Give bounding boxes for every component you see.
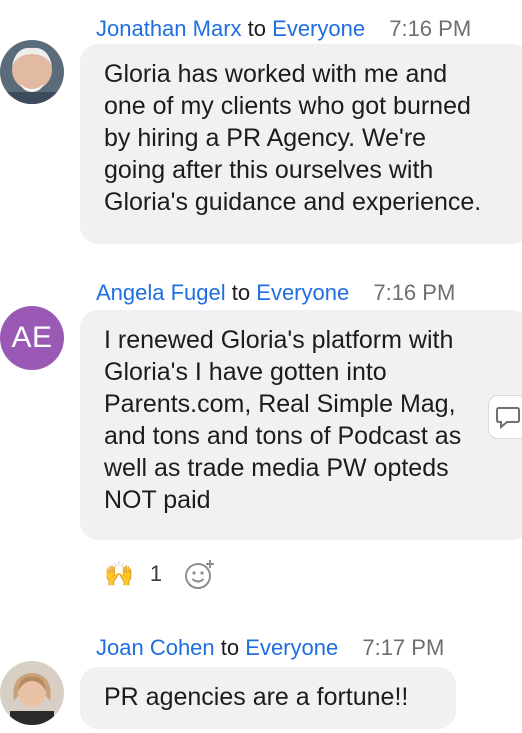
to-label: to bbox=[220, 635, 240, 660]
message-line: I renewed Gloria's platform with bbox=[104, 326, 454, 354]
message-line: well as trade media PW opteds bbox=[104, 454, 449, 482]
avatar[interactable] bbox=[0, 40, 64, 104]
message-time: 7:17 PM bbox=[362, 635, 445, 660]
to-label: to bbox=[247, 16, 267, 41]
chat-message: Angela Fugel to Everyone 7:16 PM AE I re… bbox=[0, 270, 522, 610]
message-bubble: I renewed Gloria's platform with Gloria'… bbox=[80, 310, 522, 540]
message-line: one of my clients who got burned bbox=[104, 92, 471, 120]
recipient-link[interactable]: Everyone bbox=[256, 280, 349, 305]
reactions-row: 🙌 1 bbox=[104, 558, 216, 590]
sender-name[interactable]: Jonathan Marx bbox=[96, 16, 242, 41]
add-reaction-icon[interactable] bbox=[184, 558, 216, 590]
chat-message: Jonathan Marx to Everyone 7:16 PM Gloria… bbox=[0, 0, 522, 250]
message-bubble: PR agencies are a fortune!! bbox=[80, 667, 456, 729]
reply-icon bbox=[496, 407, 520, 430]
message-header: Jonathan Marx to Everyone 7:16 PM bbox=[96, 16, 471, 42]
avatar[interactable] bbox=[0, 661, 64, 725]
message-line: going after this ourselves with bbox=[104, 156, 434, 184]
raised-hands-icon: 🙌 bbox=[104, 560, 134, 588]
message-line: by hiring a PR Agency. We're bbox=[104, 124, 427, 152]
avatar[interactable]: AE bbox=[0, 306, 64, 370]
message-time: 7:16 PM bbox=[373, 280, 456, 305]
sender-name[interactable]: Angela Fugel bbox=[96, 280, 226, 305]
message-time: 7:16 PM bbox=[389, 16, 472, 41]
message-line: Gloria's guidance and experience. bbox=[104, 188, 482, 216]
message-line: Gloria's I have gotten into bbox=[104, 358, 387, 386]
message-line: Gloria has worked with me and bbox=[104, 60, 448, 88]
message-line: Parents.com, Real Simple Mag, bbox=[104, 390, 456, 418]
sender-name[interactable]: Joan Cohen bbox=[96, 635, 215, 660]
avatar-photo-icon bbox=[0, 661, 64, 725]
message-line: NOT paid bbox=[104, 486, 211, 514]
message-header: Angela Fugel to Everyone 7:16 PM bbox=[96, 280, 455, 306]
message-action-button[interactable] bbox=[488, 395, 522, 439]
recipient-link[interactable]: Everyone bbox=[245, 635, 338, 660]
recipient-link[interactable]: Everyone bbox=[272, 16, 365, 41]
avatar-photo-icon bbox=[0, 40, 64, 104]
message-line: and tons and tons of Podcast as bbox=[104, 422, 462, 450]
reaction-chip[interactable]: 🙌 1 bbox=[104, 560, 162, 589]
message-header: Joan Cohen to Everyone 7:17 PM bbox=[96, 635, 444, 661]
to-label: to bbox=[231, 280, 251, 305]
chat-message: Joan Cohen to Everyone 7:17 PM PR agenci… bbox=[0, 625, 522, 733]
message-bubble: Gloria has worked with me and one of my … bbox=[80, 44, 522, 244]
message-line: PR agencies are a fortune!! bbox=[104, 683, 409, 711]
reaction-count: 1 bbox=[149, 561, 163, 586]
